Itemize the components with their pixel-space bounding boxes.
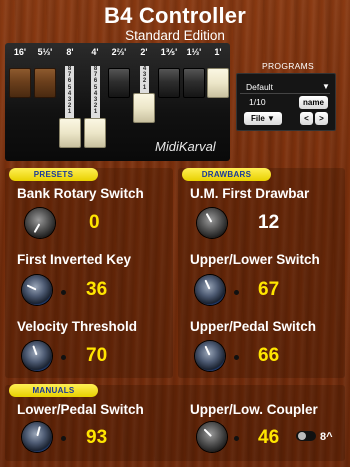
velocity-threshold-knob[interactable] <box>22 341 52 371</box>
footage-label: 1' <box>214 47 222 57</box>
first-inverted-key-value: 36 <box>86 279 108 300</box>
indicator-dot <box>61 436 66 441</box>
program-counter: 1/10 <box>249 97 266 107</box>
drawbar-4[interactable] <box>84 118 106 148</box>
footage-label: 8' <box>66 47 74 57</box>
program-dropdown-icon[interactable]: ▼ <box>322 82 330 91</box>
section-drawbars: DRAWBARS <box>182 168 271 181</box>
upper-lower-switch-label: Upper/Lower Switch <box>190 252 320 267</box>
upper-low-coupler-label: Upper/Low. Coupler <box>190 402 318 417</box>
velocity-threshold-label: Velocity Threshold <box>17 319 138 334</box>
header: B4 Controller Standard Edition <box>0 3 350 44</box>
brand-logo: MidiKarval <box>155 139 216 154</box>
programs-title: PROGRAMS <box>262 61 314 71</box>
indicator-dot <box>234 290 239 295</box>
indicator-dot <box>61 290 66 295</box>
footage-label: 2' <box>140 47 148 57</box>
drawbar-2-2-3[interactable] <box>108 68 130 98</box>
coupler-8-toggle[interactable] <box>296 431 316 441</box>
upper-lower-switch-knob[interactable] <box>195 275 225 305</box>
footage-label: 4' <box>91 47 99 57</box>
drawbar-footage-labels: 16' 5⅓' 8' 4' 2⅔' 2' 1⅗' 1⅓' 1' <box>5 47 230 59</box>
coupler-toggle-label: 8^ <box>320 431 333 443</box>
drawbar-scale-numbers: 8 7 6 5 4 3 2 1 <box>93 66 98 116</box>
prev-program-button[interactable]: < <box>300 112 313 125</box>
indicator-dot <box>234 355 239 360</box>
next-program-button[interactable]: > <box>315 112 328 125</box>
upper-pedal-switch-label: Upper/Pedal Switch <box>190 319 317 334</box>
upper-low-coupler-knob[interactable] <box>197 422 227 452</box>
drawbar-scale: 8 7 6 5 4 3 2 1 <box>91 66 100 118</box>
velocity-threshold-value: 70 <box>86 345 108 366</box>
upper-pedal-switch-knob[interactable] <box>195 341 225 371</box>
programs-divider <box>240 93 330 94</box>
bank-rotary-value: 0 <box>89 212 100 233</box>
drawbar-2[interactable] <box>133 93 155 123</box>
lower-pedal-switch-label: Lower/Pedal Switch <box>17 402 144 417</box>
drawbar-scale-numbers: 4 3 2 1 <box>142 66 147 91</box>
footage-label: 5⅓' <box>37 47 53 57</box>
app-subtitle: Standard Edition <box>125 28 225 43</box>
um-first-drawbar-value: 12 <box>258 212 280 233</box>
upper-pedal-switch-value: 66 <box>258 345 280 366</box>
footage-label: 2⅔' <box>111 47 127 57</box>
bank-rotary-knob[interactable] <box>25 208 55 238</box>
lower-pedal-switch-value: 93 <box>86 427 108 448</box>
first-inverted-key-label: First Inverted Key <box>17 252 132 267</box>
app-title: B4 Controller <box>104 3 246 28</box>
drawbar-16[interactable] <box>9 68 31 98</box>
upper-lower-switch-value: 67 <box>258 279 280 300</box>
lower-pedal-switch-knob[interactable] <box>22 422 52 452</box>
drawbar-1-3-5[interactable] <box>158 68 180 98</box>
footage-label: 16' <box>13 47 27 57</box>
drawbar-scale-numbers: 8 7 6 5 4 3 2 1 <box>67 66 72 116</box>
drawbar-scale: 4 3 2 1 <box>140 66 149 93</box>
footage-label: 1⅗' <box>160 47 178 57</box>
footage-label: 1⅓' <box>186 47 202 57</box>
file-button[interactable]: File ▼ <box>244 112 282 125</box>
drawbar-1[interactable] <box>207 68 229 98</box>
indicator-dot <box>234 436 239 441</box>
program-select[interactable]: Default <box>246 82 273 92</box>
bank-rotary-label: Bank Rotary Switch <box>17 186 144 201</box>
toggle-knob <box>298 432 306 440</box>
name-button[interactable]: name <box>299 96 328 109</box>
drawbar-1-1-3[interactable] <box>183 68 205 98</box>
um-first-drawbar-knob[interactable] <box>197 208 227 238</box>
upper-low-coupler-value: 46 <box>258 427 280 448</box>
drawbar-5-1-3[interactable] <box>34 68 56 98</box>
indicator-dot <box>61 355 66 360</box>
first-inverted-key-knob[interactable] <box>22 275 52 305</box>
section-presets: PRESETS <box>9 168 98 181</box>
drawbar-8[interactable] <box>59 118 81 148</box>
section-manuals: MANUALS <box>9 384 98 397</box>
um-first-drawbar-label: U.M. First Drawbar <box>190 186 310 201</box>
drawbar-scale: 8 7 6 5 4 3 2 1 <box>65 66 74 118</box>
